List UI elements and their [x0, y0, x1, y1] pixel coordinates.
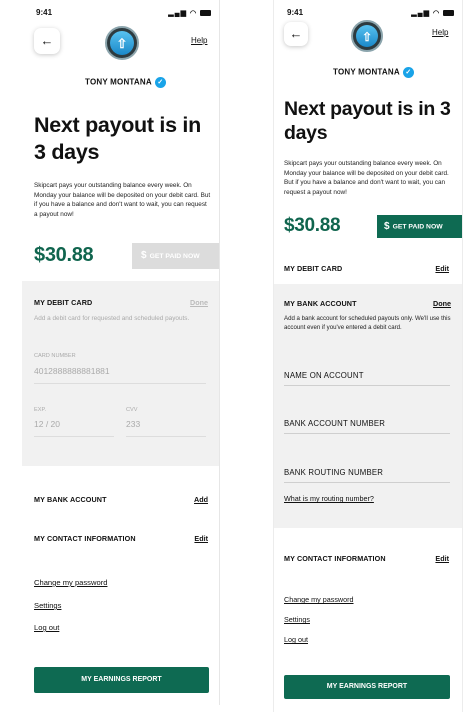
get-paid-now-button[interactable]: $ GET PAID NOW [132, 243, 219, 269]
status-icons: ▂▄▆ ◠ [168, 9, 211, 17]
signal-icon: ▂▄▆ [411, 10, 430, 17]
logout-link[interactable]: Log out [34, 623, 59, 632]
get-paid-label: GET PAID NOW [392, 223, 443, 231]
earnings-report-button[interactable]: MY EARNINGS REPORT [284, 675, 450, 699]
name-on-account-underline [284, 385, 450, 386]
contact-info-edit-button[interactable]: Edit [435, 554, 449, 563]
status-bar: 9:41 ▂▄▆ ◠ [36, 8, 211, 20]
debit-card-description: Add a debit card for requested and sched… [34, 315, 190, 322]
battery-icon [200, 10, 211, 17]
phone-screen-left: 9:41 ▂▄▆ ◠ ← ⇧ Help TONY MONTANA ✓ Next p… [22, 0, 220, 705]
status-icons: ▂▄▆ ◠ [411, 9, 454, 17]
signal-icon: ▂▄▆ [168, 10, 187, 17]
bank-account-number-underline [284, 433, 450, 434]
settings-link[interactable]: Settings [34, 601, 61, 610]
status-time: 9:41 [36, 8, 53, 17]
cvv-input[interactable]: 233 [126, 419, 140, 429]
phone-screen-right: 9:41 ▂▄▆ ◠ ← ⇧ Help TONY MONTANA ✓ Next p… [273, 0, 463, 712]
cvv-underline [126, 436, 206, 437]
change-password-link[interactable]: Change my password [34, 578, 107, 587]
get-paid-now-button[interactable]: $ GET PAID NOW [377, 215, 462, 238]
payout-headline: Next payout is in 3 days [34, 113, 201, 164]
balance-amount: $30.88 [34, 244, 94, 266]
name-on-account-input[interactable]: NAME ON ACCOUNT [284, 371, 364, 380]
wifi-icon: ◠ [189, 10, 198, 17]
contact-info-title: MY CONTACT INFORMATION [34, 534, 136, 543]
exp-underline [34, 436, 114, 437]
back-button[interactable]: ← [284, 22, 308, 46]
card-number-input[interactable]: 4012888888881881 [34, 366, 110, 376]
verified-check-icon: ✓ [154, 77, 166, 88]
app-logo: ⇧ [351, 20, 383, 52]
bank-routing-number-underline [284, 482, 450, 483]
card-number-underline [34, 383, 206, 384]
user-name: TONY MONTANA [85, 77, 152, 87]
get-paid-label: GET PAID NOW [149, 252, 200, 260]
bank-account-description: Add a bank account for scheduled payouts… [284, 315, 451, 332]
bank-account-number-input[interactable]: BANK ACCOUNT NUMBER [284, 419, 385, 428]
bank-account-title: MY BANK ACCOUNT [284, 299, 357, 308]
exp-label: EXP. [34, 407, 47, 413]
cvv-label: CVV [126, 407, 138, 413]
debit-card-title: MY DEBIT CARD [284, 264, 343, 273]
battery-icon [443, 10, 454, 17]
payout-headline: Next payout is in 3 days [284, 98, 451, 145]
app-logo: ⇧ [105, 26, 139, 60]
payout-description: Skipcart pays your outstanding balance e… [34, 182, 211, 218]
bank-routing-number-input[interactable]: BANK ROUTING NUMBER [284, 468, 383, 477]
verified-check-icon: ✓ [402, 67, 414, 78]
earnings-report-button[interactable]: MY EARNINGS REPORT [34, 667, 209, 693]
wifi-icon: ◠ [432, 10, 441, 17]
user-name: TONY MONTANA [333, 67, 400, 77]
bank-account-add-button[interactable]: Add [194, 495, 208, 504]
contact-info-edit-button[interactable]: Edit [194, 534, 208, 543]
dollar-icon: $ [141, 250, 147, 261]
payout-description: Skipcart pays your outstanding balance e… [284, 160, 449, 196]
bank-account-done-button[interactable]: Done [433, 299, 451, 308]
upload-icon: ⇧ [356, 25, 378, 47]
balance-amount: $30.88 [284, 215, 341, 236]
bank-account-title: MY BANK ACCOUNT [34, 495, 107, 504]
change-password-link[interactable]: Change my password [284, 595, 354, 604]
debit-card-edit-button[interactable]: Edit [435, 264, 449, 273]
debit-card-done-button[interactable]: Done [190, 298, 208, 307]
settings-link[interactable]: Settings [284, 615, 310, 624]
routing-number-help-link[interactable]: What is my routing number? [284, 494, 374, 503]
back-arrow-icon: ← [40, 33, 54, 48]
card-number-label: CARD NUMBER [34, 353, 76, 359]
help-link[interactable]: Help [432, 28, 448, 37]
debit-card-title: MY DEBIT CARD [34, 298, 93, 307]
back-arrow-icon: ← [289, 26, 303, 41]
exp-input[interactable]: 12 / 20 [34, 419, 60, 429]
back-button[interactable]: ← [34, 28, 60, 54]
status-bar: 9:41 ▂▄▆ ◠ [287, 8, 454, 20]
upload-icon: ⇧ [110, 31, 134, 55]
dollar-icon: $ [384, 221, 390, 232]
contact-info-title: MY CONTACT INFORMATION [284, 554, 386, 563]
logout-link[interactable]: Log out [284, 635, 308, 644]
debit-card-panel: MY DEBIT CARD Done Add a debit card for … [22, 281, 219, 466]
user-name-row: TONY MONTANA ✓ [333, 67, 414, 78]
user-name-row: TONY MONTANA ✓ [85, 77, 166, 88]
status-time: 9:41 [287, 8, 304, 17]
bank-account-panel: MY BANK ACCOUNT Done Add a bank account … [274, 284, 462, 528]
help-link[interactable]: Help [191, 36, 207, 45]
